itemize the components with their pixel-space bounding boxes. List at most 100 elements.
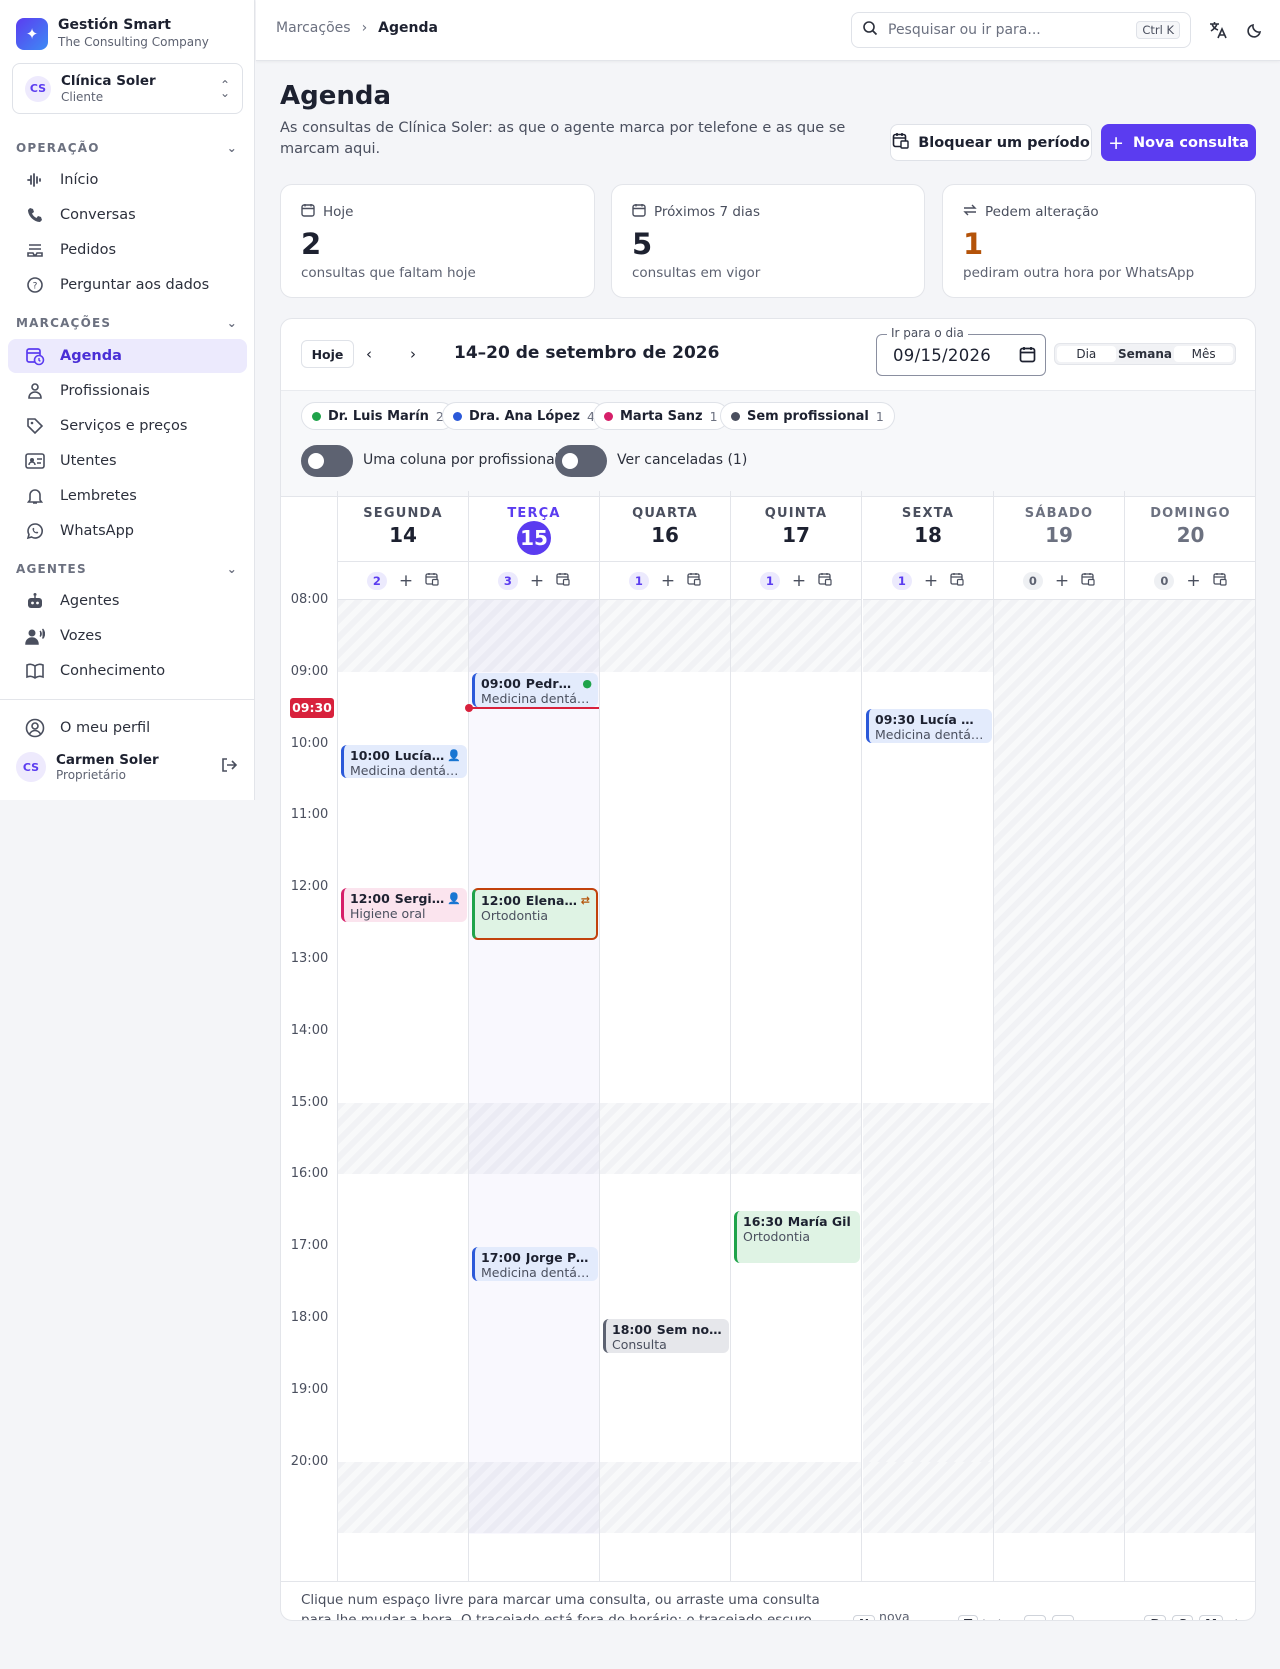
- appointment-card[interactable]: 09:00Pedro Díaz● Medicina dentária: [472, 672, 598, 707]
- appointment-card[interactable]: 18:00 Sem nome Consulta: [603, 1319, 729, 1353]
- voice-icon: [24, 625, 46, 647]
- view-month[interactable]: Mês: [1174, 346, 1234, 362]
- breadcrumb-parent[interactable]: Marcações: [276, 20, 351, 36]
- off-hours-hatch: [600, 1102, 730, 1175]
- nav-whatsapp[interactable]: WhatsApp: [8, 514, 247, 548]
- current-time-line: [465, 703, 599, 712]
- calendar-block-icon[interactable]: [950, 572, 964, 590]
- professional-chip[interactable]: Dr. Luis Marín 2: [301, 402, 455, 430]
- plus-icon[interactable]: +: [924, 571, 938, 591]
- section-marcacoes[interactable]: MARCAÇÕES ⌄: [16, 316, 238, 330]
- nav-profissionais[interactable]: Profissionais: [8, 374, 247, 408]
- goto-date-field[interactable]: Ir para o dia 09/15/2026: [876, 326, 1046, 376]
- nav-conhecimento[interactable]: Conhecimento: [8, 654, 247, 688]
- calendar-block-icon[interactable]: [556, 572, 570, 590]
- day-slots[interactable]: 09:00Pedro Díaz● Medicina dentária 12:00E…: [465, 600, 599, 1534]
- day-column[interactable]: QUARTA 16 1 + 18:00 Sem nome Consulta: [600, 491, 731, 1581]
- column-per-professional-toggle[interactable]: [301, 445, 353, 477]
- day-slots[interactable]: 10:00Lucía Martín👤 Medicina dentária 12:0…: [338, 600, 468, 1534]
- appointment-card[interactable]: 12:00Sergio Ruiz👤 Higiene oral: [341, 888, 467, 923]
- day-number: 15: [517, 521, 551, 555]
- calendar-clock-icon: [24, 345, 46, 367]
- plus-icon[interactable]: +: [792, 571, 806, 591]
- appointment-card[interactable]: 12:00Elena Ramos⇄ Ortodontia: [472, 888, 598, 941]
- section-operacao[interactable]: OPERAÇÃO ⌄: [16, 141, 238, 155]
- appointment-service: Medicina dentária: [875, 726, 986, 742]
- chevron-right-icon[interactable]: ›: [410, 345, 416, 363]
- day-tools: 1 +: [731, 562, 861, 600]
- client-switcher[interactable]: CS Clínica Soler Cliente ⌃ ⌄: [12, 63, 243, 114]
- client-name: Clínica Soler: [61, 73, 156, 89]
- plus-icon[interactable]: +: [530, 571, 544, 591]
- plus-icon[interactable]: +: [399, 571, 413, 591]
- day-column[interactable]: SÁBADO 19 0 +: [994, 491, 1125, 1581]
- appointment-service: Medicina dentária: [481, 690, 592, 706]
- view-day[interactable]: Dia: [1057, 346, 1116, 362]
- sparkle-icon: ✦: [16, 17, 48, 50]
- day-column[interactable]: SEGUNDA 14 2 + 10:00Lucía Martín👤 Medici…: [338, 491, 469, 1581]
- block-period-label: Bloquear um período: [918, 134, 1090, 151]
- whatsapp-icon: [24, 520, 46, 542]
- professional-chip[interactable]: Dra. Ana López 4: [442, 402, 606, 430]
- day-column[interactable]: DOMINGO 20 0 +: [1125, 491, 1255, 1581]
- new-appointment-button[interactable]: + Nova consulta: [1101, 124, 1256, 161]
- nav-servicos[interactable]: Serviços e preços: [8, 409, 247, 443]
- day-slots[interactable]: [994, 600, 1124, 1534]
- translate-icon[interactable]: [1206, 18, 1230, 42]
- nav-label: Serviços e preços: [60, 418, 188, 434]
- day-slots[interactable]: 18:00 Sem nome Consulta: [600, 600, 730, 1534]
- nav-agenda[interactable]: Agenda: [8, 339, 247, 373]
- nav-perguntar[interactable]: ? Perguntar aos dados: [8, 268, 247, 302]
- stat-label: Pedem alteração: [985, 204, 1099, 220]
- calendar-block-icon[interactable]: [818, 572, 832, 590]
- swap-icon: [963, 203, 977, 221]
- calendar-block-icon[interactable]: [425, 572, 439, 590]
- calendar-icon[interactable]: [1019, 346, 1036, 367]
- nav-lembretes[interactable]: Lembretes: [8, 479, 247, 513]
- calendar-block-icon[interactable]: [1081, 572, 1095, 590]
- moon-icon[interactable]: [1243, 18, 1267, 42]
- nav-vozes[interactable]: Vozes: [8, 619, 247, 653]
- appointment-card[interactable]: 17:00Jorge Pardo Medicina dentária: [472, 1247, 598, 1282]
- nav-label: Profissionais: [60, 383, 150, 399]
- day-slots[interactable]: [1125, 600, 1255, 1534]
- plus-icon[interactable]: +: [661, 571, 675, 591]
- day-column[interactable]: SEXTA 18 1 + 09:30Lucía Martín Medicina …: [863, 491, 994, 1581]
- professional-chip[interactable]: Sem profissional 1: [720, 402, 895, 430]
- color-dot: [731, 411, 740, 421]
- nav-agentes[interactable]: Agentes: [8, 584, 247, 618]
- day-slots[interactable]: 16:30 María Gil Ortodontia: [731, 600, 861, 1534]
- nav-profile[interactable]: O meu perfil: [8, 711, 247, 745]
- appointment-card[interactable]: 09:30Lucía Martín Medicina dentária: [866, 708, 992, 743]
- people-icon: 👤: [447, 892, 461, 906]
- chevron-left-icon[interactable]: ‹: [366, 345, 372, 363]
- day-column[interactable]: TERÇA 15 3 + 09:00Pedro Díaz● Medicina d…: [465, 491, 600, 1581]
- appointment-time: 09:30: [875, 711, 915, 727]
- appointment-patient: Sem nome: [656, 1322, 723, 1337]
- book-icon: [24, 660, 46, 682]
- brand[interactable]: ✦ Gestión Smart The Consulting Company: [16, 17, 209, 50]
- nav-utentes[interactable]: Utentes: [8, 444, 247, 478]
- appointment-card[interactable]: 10:00Lucía Martín👤 Medicina dentária: [341, 744, 467, 779]
- section-agentes[interactable]: AGENTES ⌄: [16, 562, 238, 576]
- appointment-card[interactable]: 16:30 María Gil Ortodontia: [734, 1211, 860, 1264]
- calendar-block-icon[interactable]: [687, 572, 701, 590]
- plus-icon[interactable]: +: [1186, 571, 1200, 591]
- logout-icon[interactable]: [220, 756, 238, 778]
- nav-inicio[interactable]: Início: [8, 163, 247, 197]
- stat-card-hoje: Hoje 2 consultas que faltam hoje: [280, 184, 595, 298]
- nav-conversas[interactable]: Conversas: [8, 198, 247, 232]
- show-cancelled-toggle[interactable]: [555, 445, 607, 477]
- nav-pedidos[interactable]: Pedidos: [8, 233, 247, 267]
- plus-icon[interactable]: +: [1055, 571, 1069, 591]
- professional-chip[interactable]: Marta Sanz 1: [593, 402, 729, 430]
- view-week[interactable]: Semana: [1115, 346, 1175, 362]
- today-button[interactable]: Hoje: [301, 340, 354, 368]
- appointment-patient: Elena Ramos: [525, 893, 578, 909]
- calendar-block-icon[interactable]: [1212, 572, 1227, 590]
- day-slots[interactable]: 09:30Lucía Martín Medicina dentária: [863, 600, 993, 1534]
- block-period-button[interactable]: Bloquear um período: [890, 124, 1092, 161]
- appointment-service: Medicina dentária: [481, 1265, 592, 1281]
- search-input[interactable]: Pesquisar ou ir para... Ctrl K: [851, 12, 1191, 48]
- day-column[interactable]: QUINTA 17 1 + 16:30 María Gil Ortodontia: [731, 491, 862, 1581]
